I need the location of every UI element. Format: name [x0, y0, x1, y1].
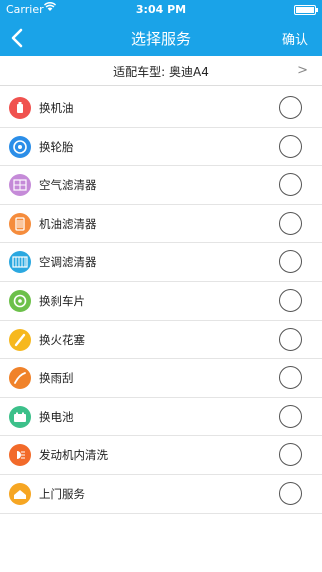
service-select-radio[interactable] — [279, 443, 302, 467]
wiper-icon — [9, 367, 31, 390]
service-row[interactable]: 发动机内清洗 — [0, 436, 322, 475]
service-list: 换机油换轮胎空气滤清器机油滤清器空调滤清器换刹车片换火花塞换雨刮换电池发动机内清… — [0, 89, 322, 514]
service-select-radio[interactable] — [279, 250, 302, 274]
tire-icon — [9, 135, 31, 158]
chevron-right-icon: > — [297, 63, 308, 78]
car-model-selector[interactable]: 适配车型: 奥迪A4 > — [0, 56, 322, 86]
service-select-radio[interactable] — [279, 366, 302, 390]
service-row[interactable]: 换机油 — [0, 89, 322, 128]
service-select-radio[interactable] — [279, 173, 302, 197]
service-select-radio[interactable] — [279, 96, 302, 119]
service-select-radio[interactable] — [279, 134, 302, 158]
service-name: 发动机内清洗 — [39, 448, 108, 463]
spark-plug-icon — [9, 328, 31, 351]
service-select-radio[interactable] — [279, 327, 302, 351]
air-filter-icon — [9, 174, 31, 197]
service-select-radio[interactable] — [279, 481, 302, 505]
service-name: 空调滤清器 — [39, 255, 97, 270]
service-row[interactable]: 换刹车片 — [0, 282, 322, 321]
service-row[interactable]: 换火花塞 — [0, 321, 322, 360]
service-name: 空气滤清器 — [39, 178, 97, 193]
service-row[interactable]: 上门服务 — [0, 475, 322, 514]
status-time: 3:04 PM — [135, 3, 187, 16]
service-row[interactable]: 机油滤清器 — [0, 205, 322, 244]
service-select-radio[interactable] — [279, 288, 302, 312]
service-name: 上门服务 — [39, 486, 85, 501]
battery-status-icon — [294, 5, 318, 15]
battery-icon — [9, 405, 31, 428]
status-bar: Carrier 3:04 PM — [0, 0, 322, 20]
service-name: 换电池 — [39, 409, 74, 424]
service-select-radio[interactable] — [279, 404, 302, 428]
service-name: 换火花塞 — [39, 332, 85, 347]
service-row[interactable]: 换电池 — [0, 398, 322, 437]
service-select-radio[interactable] — [279, 211, 302, 235]
ac-filter-icon — [9, 251, 31, 274]
car-model-label: 适配车型: 奥迪A4 — [113, 65, 209, 79]
service-row[interactable]: 换雨刮 — [0, 359, 322, 398]
service-name: 换轮胎 — [39, 139, 74, 154]
service-name: 换刹车片 — [39, 293, 85, 308]
service-name: 机油滤清器 — [39, 216, 97, 231]
service-row[interactable]: 空调滤清器 — [0, 243, 322, 282]
home-service-icon — [9, 482, 31, 505]
oil-filter-icon — [9, 212, 31, 235]
nav-bar: 选择服务 确认 — [0, 20, 322, 56]
service-row[interactable]: 换轮胎 — [0, 128, 322, 167]
page-title: 选择服务 — [130, 30, 191, 48]
brake-pad-icon — [9, 289, 31, 312]
service-row[interactable]: 空气滤清器 — [0, 166, 322, 205]
service-name: 换雨刮 — [39, 371, 74, 386]
service-name: 换机油 — [39, 101, 74, 115]
confirm-button[interactable]: 确认 — [282, 29, 308, 48]
engine-clean-icon — [9, 444, 31, 467]
oil-bottle-icon — [9, 97, 31, 119]
